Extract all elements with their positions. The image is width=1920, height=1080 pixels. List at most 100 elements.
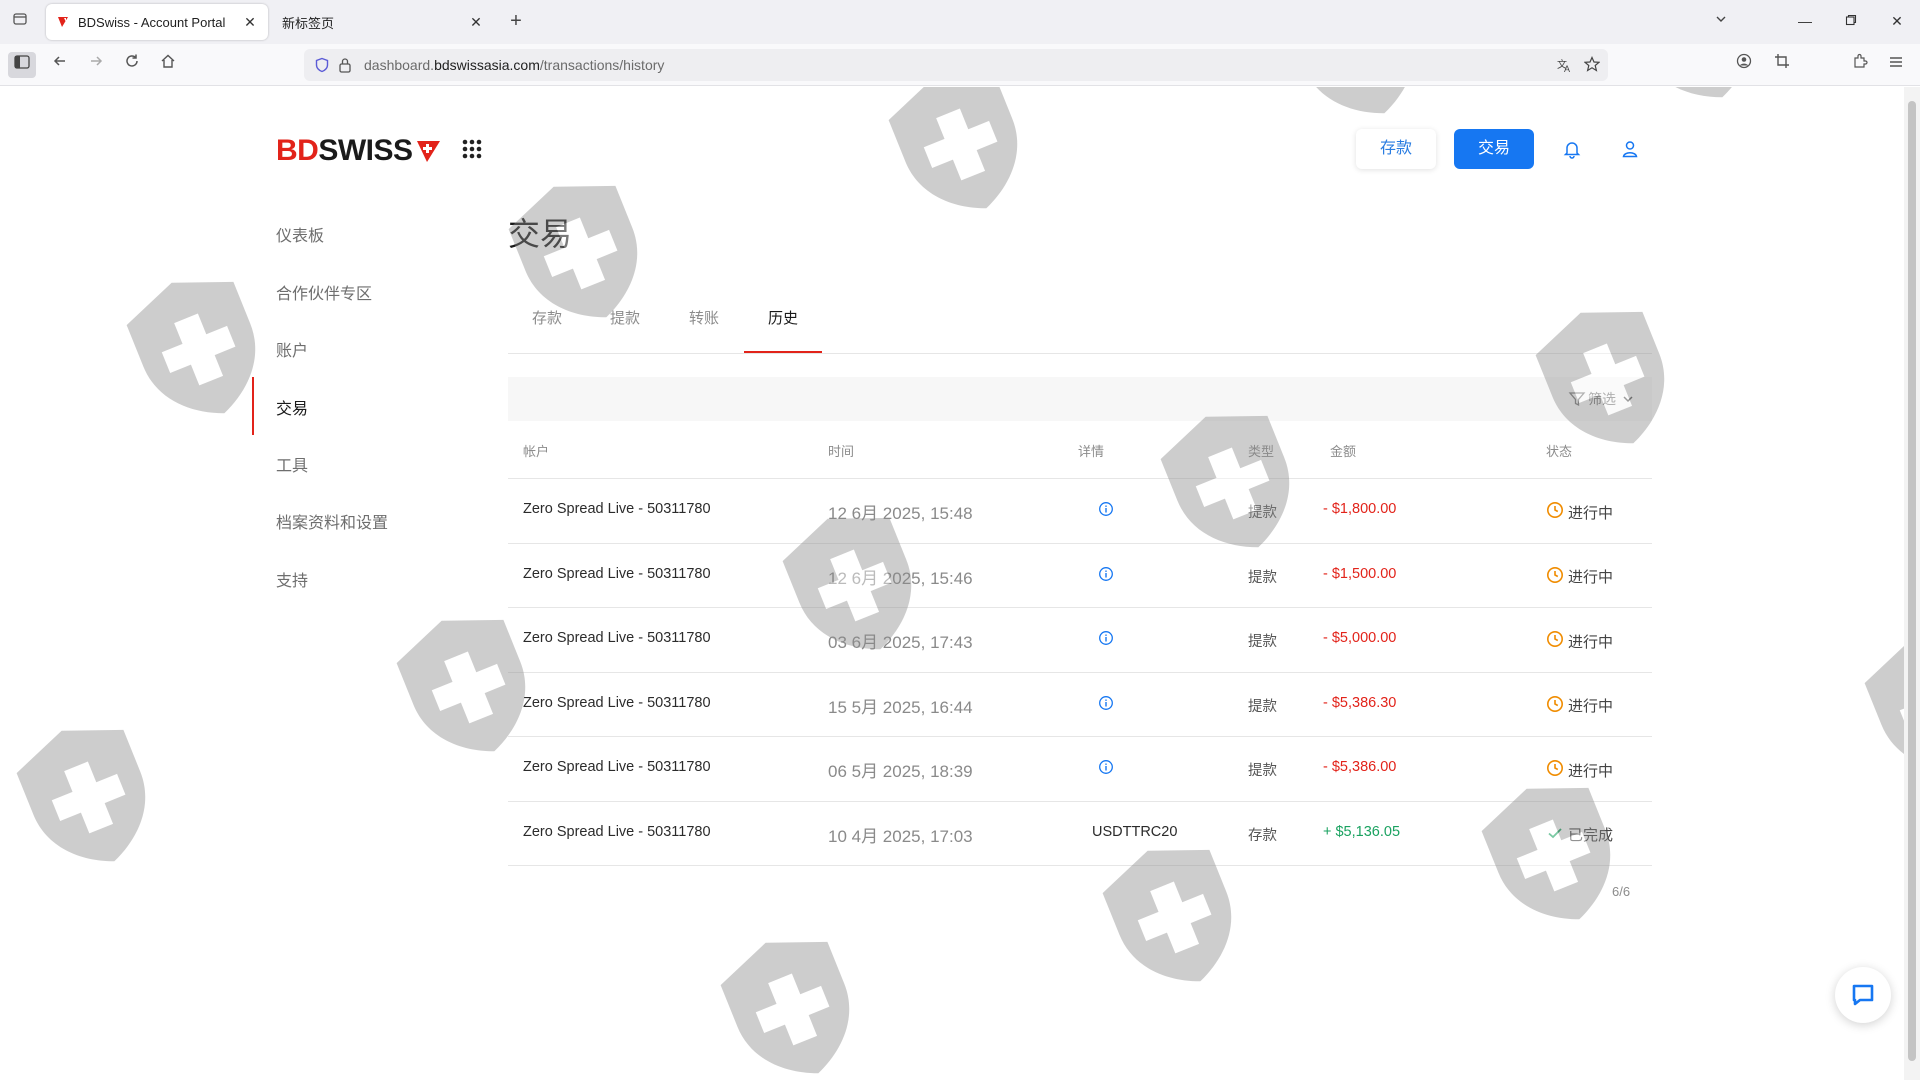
cell-amount: - $1,800.00 <box>1323 501 1397 517</box>
chevron-down-icon[interactable] <box>1706 8 1736 34</box>
forward-icon[interactable] <box>82 52 110 78</box>
cell-status: 进行中 <box>1546 759 1613 781</box>
watermark-shield-icon <box>1616 87 1776 117</box>
apps-grid-icon[interactable] <box>460 137 484 161</box>
cell-type: 提款 <box>1248 505 1277 521</box>
header-deposit-button[interactable]: 存款 <box>1356 129 1436 169</box>
sidebar-item-partner-zone[interactable]: 合作伙伴专区 <box>276 280 372 304</box>
table-header: 帐户 时间 详情 类型 金额 状态 <box>508 421 1652 479</box>
filter-button[interactable]: 筛选 <box>1568 389 1638 409</box>
cell-type: 提款 <box>1248 763 1277 779</box>
menu-icon[interactable] <box>1882 52 1910 78</box>
cell-type: 提款 <box>1248 634 1277 650</box>
minimize-icon[interactable]: — <box>1790 8 1820 34</box>
sidebar-active-indicator <box>252 377 254 435</box>
lock-icon[interactable] <box>338 57 352 78</box>
cell-time: 12 6月 2025, 15:48 <box>828 504 973 523</box>
account-icon[interactable] <box>1730 52 1758 78</box>
page-title: 交易 <box>508 216 573 252</box>
back-icon[interactable] <box>46 52 74 78</box>
extensions-icon[interactable] <box>1846 52 1874 78</box>
column-header-amount: 金额 <box>1330 444 1357 459</box>
translate-icon[interactable]: 文A <box>1556 57 1572 78</box>
column-header-account: 帐户 <box>523 444 550 459</box>
sidebar-item-accounts[interactable]: 账户 <box>276 337 308 361</box>
status-label: 已完成 <box>1568 827 1614 844</box>
cell-type: 存款 <box>1248 827 1277 844</box>
close-tab-icon[interactable]: ✕ <box>468 14 484 31</box>
browser-tab-newtab[interactable]: 新标签页 ✕ <box>272 4 494 40</box>
cell-amount: - $5,000.00 <box>1323 630 1397 646</box>
cell-time: 03 6月 2025, 17:43 <box>828 633 973 652</box>
watermark-shield-icon <box>1278 87 1438 133</box>
clock-icon <box>1546 759 1568 781</box>
bdswiss-logo[interactable]: BD SWISS <box>276 134 441 167</box>
table-row: Zero Spread Live - 50311780 12 6月 2025, … <box>508 544 1652 608</box>
table-row: Zero Spread Live - 50311780 10 4月 2025, … <box>508 802 1652 866</box>
new-tab-icon[interactable]: + <box>504 10 528 34</box>
transaction-tabs: 存款 提款 转账 历史 <box>508 309 1652 354</box>
table-row: Zero Spread Live - 50311780 12 6月 2025, … <box>508 479 1652 544</box>
cell-amount: - $5,386.00 <box>1323 759 1397 775</box>
info-icon[interactable] <box>1098 759 1114 775</box>
cell-amount: - $5,386.30 <box>1323 694 1397 711</box>
sidebar-item-support[interactable]: 支持 <box>276 567 308 591</box>
filter-label: 筛选 <box>1588 391 1616 407</box>
svg-text:A: A <box>1564 64 1570 73</box>
watermark-shield-icon <box>712 928 872 1080</box>
header-trade-button[interactable]: 交易 <box>1454 129 1534 169</box>
notifications-bell-icon[interactable] <box>1552 129 1592 169</box>
restore-icon[interactable] <box>1836 8 1866 34</box>
cell-time: 15 5月 2025, 16:44 <box>828 697 973 717</box>
sidebar-item-dashboard[interactable]: 仪表板 <box>276 222 324 246</box>
info-icon[interactable] <box>1098 695 1114 711</box>
sidebar-item-tools[interactable]: 工具 <box>276 452 308 476</box>
address-bar[interactable]: dashboard.bdswissasia.com/transactions/h… <box>304 49 1608 81</box>
table-body: Zero Spread Live - 50311780 12 6月 2025, … <box>508 479 1652 866</box>
cell-amount: + $5,136.05 <box>1323 823 1401 840</box>
tab-transfer[interactable]: 转账 <box>665 309 743 354</box>
cell-time: 12 6月 2025, 15:46 <box>828 568 973 588</box>
check-icon <box>1546 824 1568 846</box>
live-chat-button[interactable] <box>1835 967 1891 1023</box>
reload-icon[interactable] <box>118 52 146 78</box>
column-header-details: 详情 <box>1078 444 1105 459</box>
shield-icon[interactable] <box>314 57 330 78</box>
column-header-time: 时间 <box>828 444 855 459</box>
tab-deposit[interactable]: 存款 <box>508 309 586 354</box>
cell-type: 提款 <box>1248 569 1277 586</box>
screenshot-crop-icon[interactable] <box>1768 52 1796 78</box>
table-row: Zero Spread Live - 50311780 03 6月 2025, … <box>508 608 1652 673</box>
scrollbar-thumb[interactable] <box>1908 101 1916 1061</box>
chevron-down-icon <box>1623 396 1633 403</box>
sidebar-item-profile-settings[interactable]: 档案资料和设置 <box>276 509 388 533</box>
sidebar-toggle-icon[interactable] <box>8 52 36 78</box>
info-icon[interactable] <box>1098 501 1114 517</box>
browser-tab-bdswiss[interactable]: BDSwiss - Account Portal ✕ <box>46 4 268 40</box>
page-scrollbar[interactable] <box>1904 87 1920 1080</box>
bookmark-star-icon[interactable] <box>1583 56 1601 77</box>
tab-history[interactable]: 历史 <box>744 309 822 354</box>
table-row: Zero Spread Live - 50311780 15 5月 2025, … <box>508 673 1652 737</box>
tab-list-icon[interactable] <box>8 10 32 34</box>
logo-flag-icon <box>416 141 440 162</box>
url-text: dashboard.bdswissasia.com/transactions/h… <box>364 57 665 73</box>
cell-account: Zero Spread Live - 50311780 <box>523 565 711 582</box>
tab-withdraw[interactable]: 提款 <box>586 309 664 354</box>
user-profile-icon[interactable] <box>1610 129 1650 169</box>
home-icon[interactable] <box>154 52 182 78</box>
status-label: 进行中 <box>1568 762 1614 780</box>
sidebar-item-transactions[interactable]: 交易 <box>276 395 308 419</box>
cell-status: 已完成 <box>1546 824 1613 846</box>
cell-amount: - $1,500.00 <box>1323 565 1397 582</box>
close-window-icon[interactable]: ✕ <box>1882 8 1912 34</box>
close-tab-icon[interactable]: ✕ <box>242 14 258 31</box>
logo-text-swiss: SWISS <box>318 134 413 167</box>
info-icon[interactable] <box>1098 566 1114 582</box>
cell-time: 10 4月 2025, 17:03 <box>828 826 973 846</box>
cell-status: 进行中 <box>1546 695 1613 717</box>
cell-status: 进行中 <box>1546 501 1613 523</box>
column-header-type: 类型 <box>1248 444 1275 459</box>
info-icon[interactable] <box>1098 630 1114 646</box>
column-header-status: 状态 <box>1546 444 1573 459</box>
